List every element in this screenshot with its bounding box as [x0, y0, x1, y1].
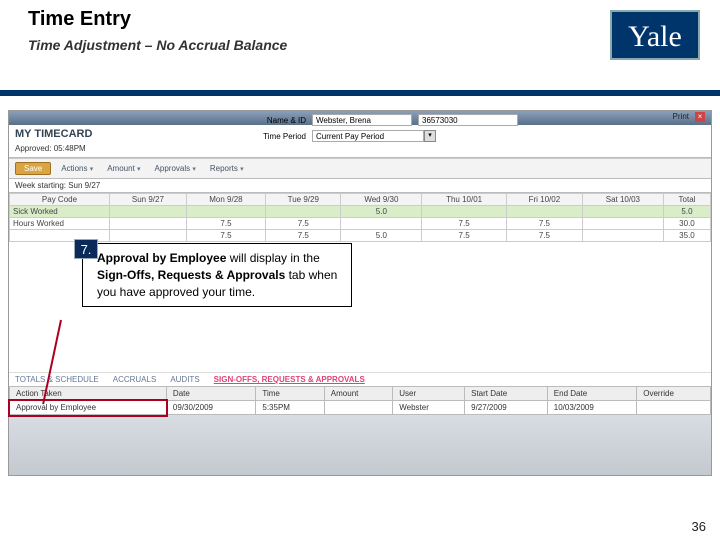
- header-divider: [0, 90, 720, 96]
- step-callout: 7. Approval by Employee will display in …: [82, 243, 352, 307]
- grid-cell[interactable]: 7.5: [506, 218, 582, 230]
- detail-header: User: [393, 387, 465, 401]
- period-label: Time Period: [236, 132, 306, 141]
- save-button[interactable]: Save: [15, 162, 51, 175]
- period-dropdown[interactable]: Current Pay Period ▾: [312, 130, 436, 142]
- grid-cell[interactable]: 7.5: [266, 230, 341, 242]
- approved-timestamp: Approved: 05:48PM: [9, 143, 711, 158]
- meta-block: Name & ID Webster, Brena 36573030 Time P…: [230, 112, 630, 144]
- chevron-down-icon: ▾: [424, 130, 436, 142]
- detail-header: Start Date: [465, 387, 548, 401]
- print-link[interactable]: Print: [673, 112, 689, 121]
- grid-cell[interactable]: 35.0: [663, 230, 710, 242]
- paycode-cell: Sick Worked: [10, 206, 110, 218]
- grid-header: Sat 10/03: [582, 194, 663, 206]
- grid-cell[interactable]: 5.0: [663, 206, 710, 218]
- step-badge: 7.: [74, 239, 98, 259]
- slide-header: Time Entry Time Adjustment – No Accrual …: [0, 0, 720, 90]
- table-row[interactable]: Hours Worked7.57.57.57.530.0: [10, 218, 711, 230]
- grid-cell[interactable]: 7.5: [422, 230, 507, 242]
- toolbar: Save Actions ▾ Amount ▾ Approvals ▾ Repo…: [9, 158, 711, 178]
- detail-header: End Date: [547, 387, 636, 401]
- grid-cell[interactable]: [186, 206, 265, 218]
- page-number: 36: [692, 519, 706, 534]
- tab-totals[interactable]: TOTALS & SCHEDULE: [15, 375, 99, 384]
- grid-cell[interactable]: 7.5: [422, 218, 507, 230]
- detail-cell: [637, 401, 711, 415]
- detail-header: Override: [637, 387, 711, 401]
- grid-header: Fri 10/02: [506, 194, 582, 206]
- grid-cell[interactable]: [110, 206, 187, 218]
- slide-subtitle: Time Adjustment – No Accrual Balance: [28, 37, 692, 53]
- toolbar-reports[interactable]: Reports ▾: [206, 163, 248, 174]
- name-id-label: Name & ID: [236, 116, 306, 125]
- detail-cell: [324, 401, 392, 415]
- detail-cell: 10/03/2009: [547, 401, 636, 415]
- table-row[interactable]: 7.57.55.07.57.535.0: [10, 230, 711, 242]
- slide-title: Time Entry: [28, 8, 692, 31]
- grid-cell[interactable]: [582, 230, 663, 242]
- grid-cell[interactable]: [422, 206, 507, 218]
- grid-cell[interactable]: 30.0: [663, 218, 710, 230]
- period-value: Current Pay Period: [312, 130, 424, 142]
- grid-header: Mon 9/28: [186, 194, 265, 206]
- tabs-row: TOTALS & SCHEDULE ACCRUALS AUDITS SIGN-O…: [9, 372, 711, 386]
- id-field: 36573030: [418, 114, 518, 126]
- grid-cell[interactable]: [110, 230, 187, 242]
- tab-accruals[interactable]: ACCRUALS: [113, 375, 157, 384]
- toolbar-amount[interactable]: Amount ▾: [103, 163, 144, 174]
- grid-cell[interactable]: 7.5: [186, 218, 265, 230]
- toolbar-actions[interactable]: Actions ▾: [57, 163, 97, 174]
- yale-logo: Yale: [610, 10, 700, 60]
- callout-text: Approval by Employee will display in the…: [82, 243, 352, 307]
- grid-header: Wed 9/30: [341, 194, 422, 206]
- grid-cell[interactable]: 5.0: [341, 230, 422, 242]
- grid-cell[interactable]: 5.0: [341, 206, 422, 218]
- week-label: Week starting: Sun 9/27: [9, 178, 711, 193]
- detail-cell: Webster: [393, 401, 465, 415]
- grid-cell[interactable]: [582, 218, 663, 230]
- chevron-down-icon: ▾: [192, 166, 196, 173]
- tab-signoffs[interactable]: SIGN-OFFS, REQUESTS & APPROVALS: [214, 375, 365, 384]
- signoffs-table: Action TakenDateTimeAmountUserStart Date…: [9, 386, 711, 415]
- app-footer-area: [9, 415, 711, 475]
- name-field[interactable]: Webster, Brena: [312, 114, 412, 126]
- detail-cell: 9/27/2009: [465, 401, 548, 415]
- paycode-cell: Hours Worked: [10, 218, 110, 230]
- chevron-down-icon: ▾: [240, 166, 244, 173]
- detail-cell: Approval by Employee: [10, 401, 167, 415]
- grid-cell[interactable]: 7.5: [266, 218, 341, 230]
- grid-cell[interactable]: 7.5: [506, 230, 582, 242]
- grid-cell[interactable]: 7.5: [186, 230, 265, 242]
- timecard-grid: Pay CodeSun 9/27Mon 9/28Tue 9/29Wed 9/30…: [9, 193, 711, 242]
- chevron-down-icon: ▾: [90, 166, 94, 173]
- grid-header: Pay Code: [10, 194, 110, 206]
- grid-header: Total: [663, 194, 710, 206]
- table-row[interactable]: Sick Worked 5.0 5.0: [10, 206, 711, 218]
- grid-cell[interactable]: [266, 206, 341, 218]
- detail-header: Action Taken: [10, 387, 167, 401]
- tab-audits[interactable]: AUDITS: [170, 375, 199, 384]
- grid-cell[interactable]: [506, 206, 582, 218]
- grid-cell[interactable]: [582, 206, 663, 218]
- detail-header: Time: [256, 387, 324, 401]
- chevron-down-icon: ▾: [137, 166, 141, 173]
- detail-cell: 5:35PM: [256, 401, 324, 415]
- grid-cell[interactable]: [341, 218, 422, 230]
- detail-cell: 09/30/2009: [166, 401, 255, 415]
- close-icon[interactable]: ×: [695, 112, 705, 122]
- grid-cell[interactable]: [110, 218, 187, 230]
- toolbar-approvals[interactable]: Approvals ▾: [151, 163, 200, 174]
- detail-header: Date: [166, 387, 255, 401]
- grid-header: Thu 10/01: [422, 194, 507, 206]
- grid-header: Sun 9/27: [110, 194, 187, 206]
- detail-header: Amount: [324, 387, 392, 401]
- grid-header: Tue 9/29: [266, 194, 341, 206]
